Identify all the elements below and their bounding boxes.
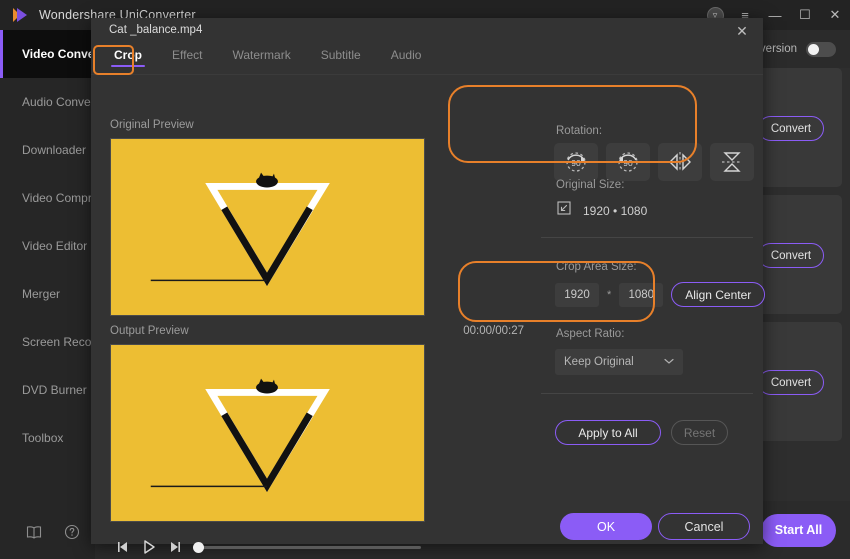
convert-button[interactable]: Convert bbox=[758, 116, 824, 141]
original-preview-label: Original Preview bbox=[110, 119, 194, 131]
sidebar-item-screen-recorder[interactable]: Screen Recorder bbox=[0, 318, 113, 366]
original-preview-video[interactable] bbox=[110, 138, 425, 316]
chevron-down-icon bbox=[664, 356, 674, 368]
sidebar-item-label: DVD Burner bbox=[22, 383, 87, 397]
divider bbox=[541, 237, 753, 238]
conversion-toggle[interactable] bbox=[806, 41, 836, 57]
crop-settings-panel: Rotation: 90 90 Original Size: 1920 • 10… bbox=[531, 75, 766, 544]
book-icon[interactable] bbox=[26, 525, 42, 544]
dialog-file-name: Cat _balance.mp4 bbox=[109, 24, 203, 36]
align-center-button[interactable]: Align Center bbox=[671, 282, 766, 307]
minimize-icon[interactable]: — bbox=[760, 0, 790, 30]
rotation-buttons: 90 90 bbox=[554, 143, 754, 181]
original-size-row: 1920 • 1080 bbox=[557, 201, 647, 220]
sidebar-item-label: Merger bbox=[22, 287, 61, 301]
rotation-label: Rotation: bbox=[556, 125, 603, 137]
sidebar-item-video-compressor[interactable]: Video Compressor bbox=[0, 174, 121, 222]
dialog-header: Cat _balance.mp4 ✕ bbox=[91, 18, 763, 44]
tab-label: Watermark bbox=[232, 48, 291, 62]
sidebar-item-dvd-burner[interactable]: DVD Burner bbox=[0, 366, 95, 414]
player-controls bbox=[110, 531, 425, 559]
tab-label: Subtitle bbox=[320, 48, 361, 62]
sidebar-bottom-bar bbox=[0, 509, 95, 559]
playback-slider[interactable] bbox=[193, 541, 421, 553]
crop-dialog: Cat _balance.mp4 ✕ Crop Effect Watermark… bbox=[91, 18, 766, 554]
svg-text:90: 90 bbox=[571, 158, 581, 168]
tab-active-underline bbox=[111, 64, 145, 67]
sidebar: Video Converter Audio Converter Download… bbox=[0, 30, 121, 559]
crop-height-input[interactable]: 1080 bbox=[619, 282, 664, 307]
sidebar-item-toolbox[interactable]: Toolbox bbox=[0, 414, 95, 462]
cancel-button[interactable]: Cancel bbox=[658, 513, 750, 540]
aspect-ratio-value: Keep Original bbox=[564, 356, 634, 368]
play-icon[interactable] bbox=[136, 534, 162, 559]
crop-width-input[interactable]: 1920 bbox=[555, 282, 599, 307]
flip-vertical-button[interactable] bbox=[710, 143, 754, 181]
output-preview-time: 00:00/00:27 bbox=[463, 325, 524, 337]
sidebar-item-video-converter[interactable]: Video Converter bbox=[0, 30, 114, 78]
rotate-left-90-button[interactable]: 90 bbox=[606, 143, 650, 181]
sidebar-item-label: Toolbox bbox=[22, 431, 64, 445]
ok-button[interactable]: OK bbox=[560, 513, 652, 540]
tab-label: Audio bbox=[390, 48, 422, 62]
app-window: Wondershare UniConverter ▿ ≡ — ☐ ✕ Video… bbox=[0, 0, 850, 559]
tab-label: Effect bbox=[172, 48, 203, 62]
maximize-icon[interactable]: ☐ bbox=[790, 0, 820, 30]
aspect-ratio-label: Aspect Ratio: bbox=[556, 328, 625, 340]
original-size-value: 1920 • 1080 bbox=[583, 203, 648, 218]
resize-icon bbox=[557, 201, 571, 220]
dialog-tabs: Crop Effect Watermark Subtitle Audio bbox=[91, 44, 763, 75]
close-icon[interactable]: ✕ bbox=[820, 0, 850, 30]
sidebar-item-audio-converter[interactable]: Audio Converter bbox=[0, 78, 109, 126]
divider bbox=[541, 393, 753, 394]
convert-button[interactable]: Convert bbox=[758, 243, 824, 268]
tab-effect[interactable]: Effect bbox=[157, 44, 217, 72]
sidebar-item-label: Downloader bbox=[22, 143, 87, 157]
tab-audio[interactable]: Audio bbox=[376, 44, 437, 72]
crop-size-separator: * bbox=[607, 288, 612, 301]
apply-to-all-button[interactable]: Apply to All bbox=[555, 420, 661, 445]
rotate-right-90-button[interactable]: 90 bbox=[554, 143, 598, 181]
playback-slider-handle[interactable] bbox=[193, 541, 204, 553]
tab-subtitle[interactable]: Subtitle bbox=[306, 44, 376, 72]
svg-text:90: 90 bbox=[623, 158, 633, 168]
crop-area-size-label: Crop Area Size: bbox=[556, 261, 637, 273]
reset-button[interactable]: Reset bbox=[671, 420, 728, 445]
tab-label: Crop bbox=[114, 48, 142, 62]
tab-crop[interactable]: Crop bbox=[99, 44, 157, 72]
step-forward-icon[interactable] bbox=[162, 534, 188, 559]
help-icon[interactable] bbox=[64, 524, 80, 545]
sidebar-item-merger[interactable]: Merger bbox=[0, 270, 95, 318]
tab-watermark[interactable]: Watermark bbox=[217, 44, 305, 72]
start-all-button[interactable]: Start All bbox=[761, 513, 836, 547]
dialog-actions-row: Apply to All Reset bbox=[555, 420, 728, 445]
sidebar-item-downloader[interactable]: Downloader bbox=[0, 126, 95, 174]
sidebar-item-label: Video Editor bbox=[22, 239, 88, 253]
flip-horizontal-button[interactable] bbox=[658, 143, 702, 181]
aspect-ratio-select[interactable]: Keep Original bbox=[555, 349, 683, 375]
dialog-close-icon[interactable]: ✕ bbox=[731, 20, 753, 42]
output-preview-video[interactable] bbox=[110, 344, 425, 522]
original-size-label: Original Size: bbox=[556, 179, 625, 191]
crop-area-size-row: 1920 * 1080 Align Center bbox=[555, 282, 766, 307]
sidebar-item-video-editor[interactable]: Video Editor bbox=[0, 222, 95, 270]
output-preview-label: Output Preview bbox=[110, 325, 189, 337]
convert-button[interactable]: Convert bbox=[758, 370, 824, 395]
dialog-body: Original Preview Output Preview 00:00/00… bbox=[91, 75, 766, 554]
step-back-icon[interactable] bbox=[110, 534, 136, 559]
app-logo-icon bbox=[10, 5, 30, 25]
